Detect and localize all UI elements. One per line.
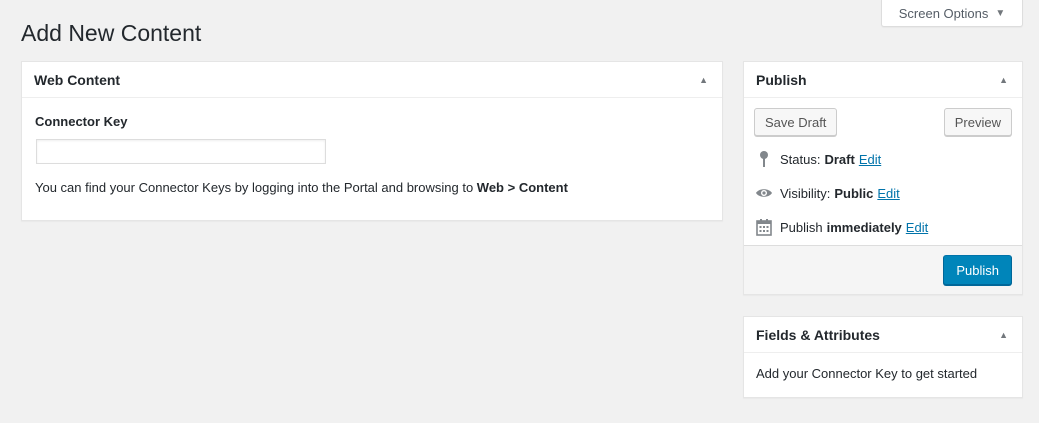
visibility-label: Visibility: bbox=[780, 185, 831, 201]
collapse-arrow-icon[interactable]: ▲ bbox=[699, 75, 708, 85]
screen-options-label: Screen Options bbox=[898, 5, 989, 21]
web-content-header[interactable]: Web Content ▲ bbox=[22, 62, 722, 98]
publish-header[interactable]: Publish ▲ bbox=[744, 62, 1022, 98]
help-text-path: Web > Content bbox=[476, 180, 568, 195]
publish-title: Publish bbox=[756, 71, 807, 88]
screen-options-toggle[interactable]: Screen Options ▼ bbox=[881, 0, 1023, 27]
edit-visibility-link[interactable]: Edit bbox=[877, 186, 899, 201]
eye-icon bbox=[755, 184, 773, 202]
preview-button[interactable]: Preview bbox=[943, 108, 1012, 136]
publish-actions: Publish bbox=[744, 245, 1022, 294]
edit-status-link[interactable]: Edit bbox=[859, 152, 881, 167]
schedule-value: immediately bbox=[826, 219, 902, 235]
connector-key-help: You can find your Connector Keys by logg… bbox=[35, 180, 709, 195]
connector-key-label: Connector Key bbox=[35, 114, 128, 129]
publish-box: Publish ▲ Save Draft Preview Status: Dra… bbox=[743, 61, 1023, 295]
save-draft-button[interactable]: Save Draft bbox=[754, 108, 838, 136]
page-title: Add New Content bbox=[21, 20, 202, 46]
caret-down-icon: ▼ bbox=[995, 7, 1006, 19]
schedule-row: Publish immediately Edit bbox=[744, 217, 1022, 237]
web-content-title: Web Content bbox=[34, 71, 121, 88]
pin-icon bbox=[755, 150, 773, 168]
calendar-icon bbox=[755, 218, 773, 236]
help-text-prefix: You can find your Connector Keys by logg… bbox=[35, 180, 477, 195]
connector-key-input[interactable] bbox=[36, 139, 326, 164]
collapse-arrow-icon[interactable]: ▲ bbox=[999, 330, 1008, 340]
visibility-row: Visibility: Public Edit bbox=[744, 183, 1022, 203]
web-content-box: Web Content ▲ Connector Key You can find… bbox=[21, 61, 723, 221]
edit-schedule-link[interactable]: Edit bbox=[906, 220, 928, 235]
fields-message: Add your Connector Key to get started bbox=[756, 366, 978, 381]
fields-header[interactable]: Fields & Attributes ▲ bbox=[744, 317, 1022, 353]
publish-button[interactable]: Publish bbox=[943, 255, 1012, 285]
status-value: Draft bbox=[824, 151, 855, 167]
fields-attributes-box: Fields & Attributes ▲ Add your Connector… bbox=[743, 316, 1023, 398]
status-row: Status: Draft Edit bbox=[744, 149, 1022, 169]
fields-title: Fields & Attributes bbox=[756, 326, 880, 343]
visibility-value: Public bbox=[834, 185, 874, 201]
status-label: Status: bbox=[780, 151, 821, 167]
collapse-arrow-icon[interactable]: ▲ bbox=[999, 75, 1008, 85]
schedule-label: Publish bbox=[780, 219, 823, 235]
